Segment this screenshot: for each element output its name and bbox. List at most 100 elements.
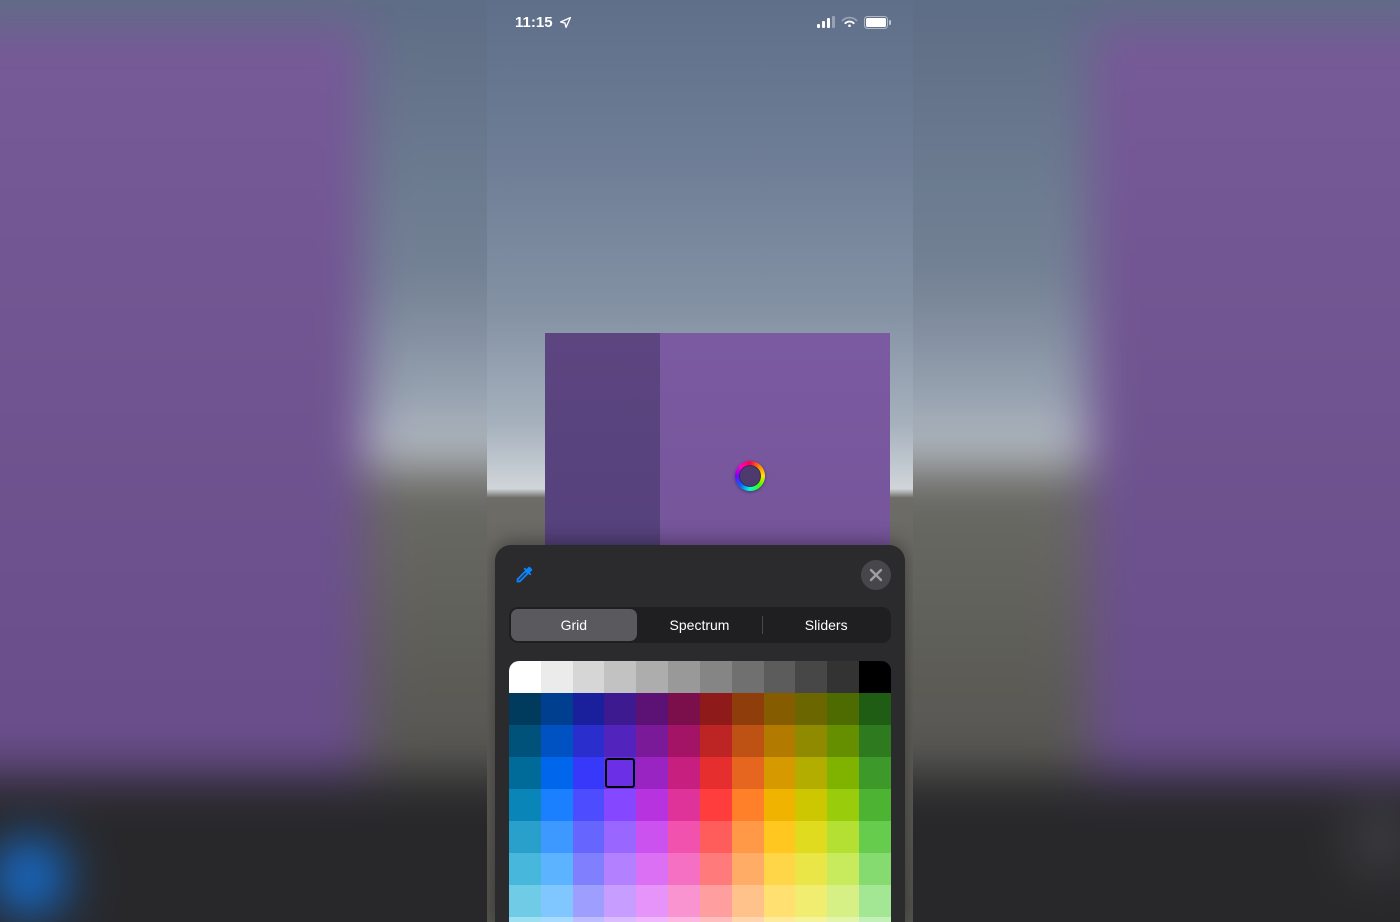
color-swatch[interactable]: [827, 821, 859, 853]
color-swatch[interactable]: [732, 853, 764, 885]
color-swatch[interactable]: [573, 693, 605, 725]
color-swatch[interactable]: [827, 725, 859, 757]
color-swatch[interactable]: [509, 789, 541, 821]
color-swatch[interactable]: [541, 661, 573, 693]
color-swatch[interactable]: [509, 661, 541, 693]
color-swatch[interactable]: [859, 821, 891, 853]
color-swatch[interactable]: [541, 821, 573, 853]
color-swatch[interactable]: [636, 757, 668, 789]
color-swatch[interactable]: [700, 853, 732, 885]
picker-mode-segmented[interactable]: Grid Spectrum Sliders: [509, 607, 891, 643]
color-swatch[interactable]: [700, 885, 732, 917]
color-swatch[interactable]: [859, 661, 891, 693]
color-swatch[interactable]: [509, 917, 541, 922]
color-swatch[interactable]: [668, 661, 700, 693]
color-swatch[interactable]: [604, 693, 636, 725]
color-swatch[interactable]: [795, 661, 827, 693]
color-swatch[interactable]: [764, 725, 796, 757]
color-swatch[interactable]: [859, 853, 891, 885]
color-swatch[interactable]: [859, 757, 891, 789]
color-swatch[interactable]: [764, 789, 796, 821]
color-swatch[interactable]: [509, 885, 541, 917]
color-swatch[interactable]: [732, 757, 764, 789]
color-swatch[interactable]: [573, 757, 605, 789]
color-swatch[interactable]: [604, 757, 636, 789]
color-swatch[interactable]: [604, 725, 636, 757]
color-swatch[interactable]: [827, 661, 859, 693]
color-swatch[interactable]: [795, 693, 827, 725]
color-swatch[interactable]: [604, 661, 636, 693]
color-swatch[interactable]: [732, 789, 764, 821]
color-swatch[interactable]: [827, 789, 859, 821]
color-swatch[interactable]: [541, 693, 573, 725]
color-swatch[interactable]: [573, 917, 605, 922]
color-swatch[interactable]: [604, 917, 636, 922]
color-swatch[interactable]: [827, 917, 859, 922]
eyedropper-button[interactable]: [509, 560, 539, 590]
color-swatch[interactable]: [668, 693, 700, 725]
color-swatch[interactable]: [764, 757, 796, 789]
color-swatch[interactable]: [509, 757, 541, 789]
color-swatch[interactable]: [859, 693, 891, 725]
color-swatch[interactable]: [827, 757, 859, 789]
color-swatch[interactable]: [636, 693, 668, 725]
color-swatch[interactable]: [859, 789, 891, 821]
tab-grid[interactable]: Grid: [511, 609, 637, 641]
color-swatch[interactable]: [700, 661, 732, 693]
color-grid[interactable]: [509, 661, 891, 922]
color-swatch[interactable]: [541, 853, 573, 885]
color-swatch[interactable]: [732, 917, 764, 922]
color-swatch[interactable]: [541, 757, 573, 789]
color-swatch[interactable]: [636, 885, 668, 917]
color-swatch[interactable]: [573, 725, 605, 757]
color-swatch[interactable]: [700, 725, 732, 757]
color-swatch[interactable]: [732, 725, 764, 757]
color-swatch[interactable]: [827, 885, 859, 917]
color-swatch[interactable]: [573, 789, 605, 821]
color-swatch[interactable]: [700, 821, 732, 853]
color-swatch[interactable]: [668, 853, 700, 885]
color-swatch[interactable]: [541, 725, 573, 757]
color-swatch[interactable]: [795, 725, 827, 757]
color-swatch[interactable]: [509, 821, 541, 853]
tab-sliders[interactable]: Sliders: [763, 609, 889, 641]
color-swatch[interactable]: [764, 693, 796, 725]
color-swatch[interactable]: [636, 917, 668, 922]
color-swatch[interactable]: [668, 885, 700, 917]
color-swatch[interactable]: [668, 821, 700, 853]
color-swatch[interactable]: [732, 693, 764, 725]
color-swatch[interactable]: [764, 661, 796, 693]
color-swatch[interactable]: [700, 757, 732, 789]
color-swatch[interactable]: [636, 821, 668, 853]
color-swatch[interactable]: [795, 917, 827, 922]
color-swatch[interactable]: [509, 693, 541, 725]
color-swatch[interactable]: [668, 789, 700, 821]
color-swatch[interactable]: [668, 917, 700, 922]
color-swatch[interactable]: [636, 853, 668, 885]
color-swatch[interactable]: [700, 789, 732, 821]
color-swatch[interactable]: [573, 821, 605, 853]
color-swatch[interactable]: [732, 821, 764, 853]
color-swatch[interactable]: [827, 853, 859, 885]
color-swatch[interactable]: [636, 661, 668, 693]
tab-spectrum[interactable]: Spectrum: [637, 609, 763, 641]
color-swatch[interactable]: [764, 917, 796, 922]
color-swatch[interactable]: [573, 853, 605, 885]
color-swatch[interactable]: [636, 725, 668, 757]
color-swatch[interactable]: [668, 725, 700, 757]
color-swatch[interactable]: [859, 917, 891, 922]
color-swatch[interactable]: [764, 821, 796, 853]
color-swatch[interactable]: [795, 821, 827, 853]
close-button[interactable]: [861, 560, 891, 590]
color-swatch[interactable]: [795, 885, 827, 917]
color-swatch[interactable]: [732, 661, 764, 693]
color-swatch[interactable]: [764, 885, 796, 917]
color-swatch[interactable]: [636, 789, 668, 821]
color-swatch[interactable]: [509, 725, 541, 757]
color-swatch[interactable]: [604, 789, 636, 821]
color-swatch[interactable]: [509, 853, 541, 885]
color-swatch[interactable]: [604, 885, 636, 917]
color-swatch[interactable]: [573, 885, 605, 917]
color-swatch[interactable]: [604, 821, 636, 853]
color-swatch[interactable]: [732, 885, 764, 917]
